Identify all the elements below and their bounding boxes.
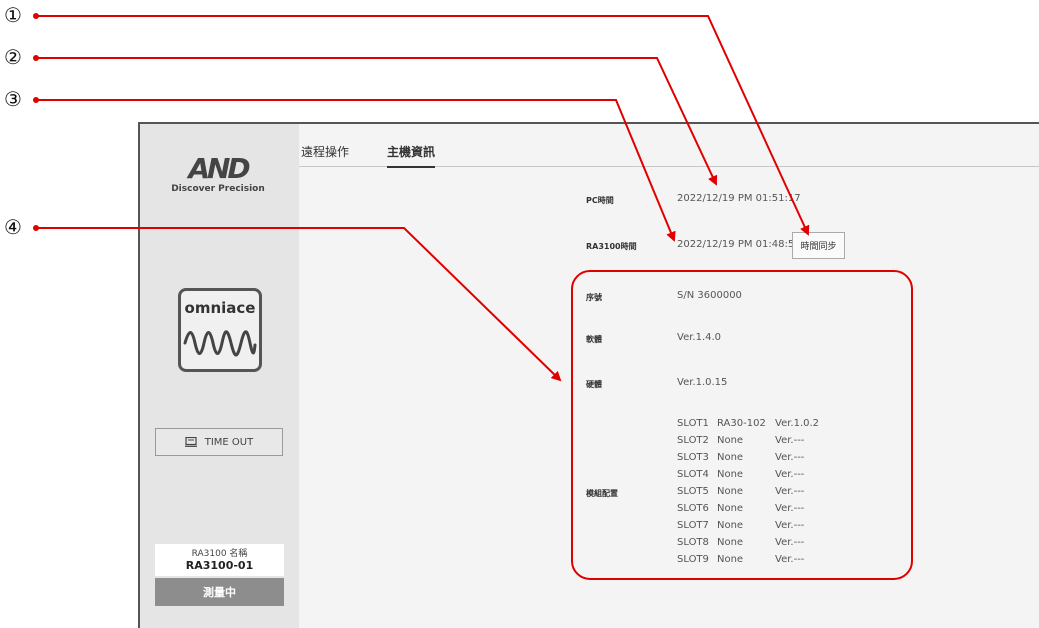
hardware-label: 硬體 bbox=[586, 380, 602, 389]
slot-id: SLOT6 bbox=[677, 503, 709, 514]
device-name-box: RA3100 名稱 RA3100-01 bbox=[155, 544, 284, 576]
slot-id: SLOT8 bbox=[677, 537, 709, 548]
software-version-value: Ver.1.4.0 bbox=[677, 332, 722, 343]
callout-number-2: ② bbox=[4, 45, 22, 69]
slot-module: None bbox=[717, 520, 744, 531]
slot-module: None bbox=[717, 537, 744, 548]
app-window: AND Discover Precision omniace TIME OUT … bbox=[138, 122, 1039, 628]
slot-version: Ver.--- bbox=[775, 452, 805, 463]
slot-version: Ver.--- bbox=[775, 537, 805, 548]
slot-version: Ver.--- bbox=[775, 469, 805, 480]
callout-number-4: ④ bbox=[4, 215, 22, 239]
device-name-label: RA3100 名稱 bbox=[191, 549, 248, 559]
sidebar: AND Discover Precision omniace TIME OUT … bbox=[140, 124, 299, 628]
pc-time-value: 2022/12/19 PM 01:51:17 bbox=[677, 193, 801, 204]
slot-version: Ver.--- bbox=[775, 486, 805, 497]
device-name-value: RA3100-01 bbox=[185, 559, 254, 572]
slot-id: SLOT5 bbox=[677, 486, 709, 497]
timeout-label: TIME OUT bbox=[204, 436, 254, 448]
slot-module: None bbox=[717, 486, 744, 497]
slot-id: SLOT9 bbox=[677, 554, 709, 565]
slot-version: Ver.--- bbox=[775, 520, 805, 531]
slot-version: Ver.--- bbox=[775, 503, 805, 514]
app-icon-name: omniace bbox=[184, 299, 256, 317]
device-time-value: 2022/12/19 PM 01:48:57 bbox=[677, 239, 801, 250]
tab-bar: 遠程操作 主機資訊 bbox=[299, 124, 1039, 168]
serial-label: 序號 bbox=[586, 293, 602, 302]
tab-remote-operation[interactable]: 遠程操作 bbox=[301, 143, 349, 166]
slot-id: SLOT3 bbox=[677, 452, 709, 463]
monitor-icon bbox=[184, 437, 197, 447]
slot-version: Ver.--- bbox=[775, 554, 805, 565]
hardware-version-value: Ver.1.0.15 bbox=[677, 377, 728, 388]
callout-number-3: ③ bbox=[4, 87, 22, 111]
callout-number-1: ① bbox=[4, 3, 22, 27]
slot-id: SLOT2 bbox=[677, 435, 709, 446]
software-label: 軟體 bbox=[586, 335, 602, 344]
device-time-label: RA3100時間 bbox=[586, 242, 637, 251]
logo-tagline: Discover Precision bbox=[171, 184, 265, 194]
measuring-status-button[interactable]: 測量中 bbox=[155, 578, 284, 606]
module-config-label: 模組配置 bbox=[586, 489, 618, 498]
slot-id: SLOT7 bbox=[677, 520, 709, 531]
pc-time-label: PC時間 bbox=[586, 196, 614, 205]
slot-module: None bbox=[717, 435, 744, 446]
slot-version: Ver.1.0.2 bbox=[775, 418, 820, 429]
serial-value: S/N 3600000 bbox=[677, 290, 742, 301]
slot-version: Ver.--- bbox=[775, 435, 805, 446]
brand-logo: AND Discover Precision bbox=[158, 152, 278, 195]
slot-module: RA30-102 bbox=[717, 418, 766, 429]
slot-id: SLOT1 bbox=[677, 418, 709, 429]
slot-module: None bbox=[717, 554, 744, 565]
slot-module: None bbox=[717, 503, 744, 514]
slot-module: None bbox=[717, 452, 744, 463]
slot-module: None bbox=[717, 469, 744, 480]
time-sync-button[interactable]: 時間同步 bbox=[792, 232, 845, 259]
logo-mark: AND bbox=[188, 152, 250, 185]
slot-id: SLOT4 bbox=[677, 469, 709, 480]
waveform-icon bbox=[183, 330, 257, 357]
tab-host-info[interactable]: 主機資訊 bbox=[387, 143, 436, 168]
timeout-button[interactable]: TIME OUT bbox=[155, 428, 283, 456]
omniace-app-icon: omniace bbox=[178, 288, 262, 372]
